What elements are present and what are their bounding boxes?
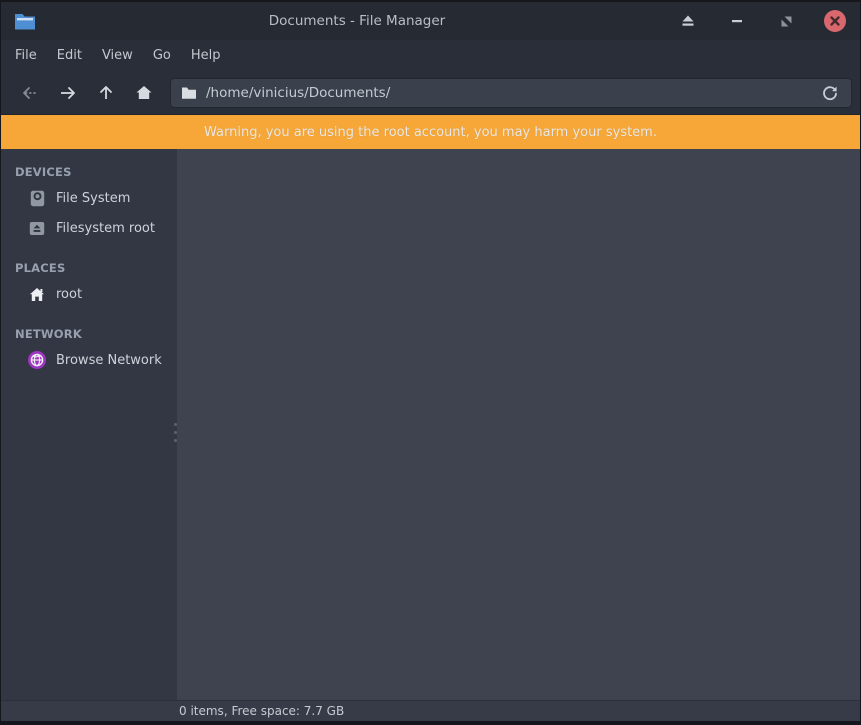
removable-drive-icon [28, 219, 46, 237]
statusbar-text: 0 items, Free space: 7.7 GB [179, 704, 344, 718]
sidebar-section-devices: DEVICES File System [1, 161, 177, 243]
path-bar[interactable]: /home/vinicius/Documents/ [170, 78, 852, 108]
file-view[interactable] [177, 149, 860, 700]
sidebar-item-browse-network[interactable]: Browse Network [1, 345, 177, 375]
back-icon [20, 85, 40, 101]
menubar: File Edit View Go Help [1, 40, 860, 71]
sidebar-section-network: NETWORK Browse Network [1, 323, 177, 375]
up-icon [97, 84, 115, 102]
sidebar-item-file-system[interactable]: File System [1, 183, 177, 213]
close-button[interactable] [824, 10, 846, 32]
minimize-button[interactable] [726, 10, 748, 32]
shade-button[interactable] [677, 10, 699, 32]
statusbar: 0 items, Free space: 7.7 GB [1, 700, 860, 721]
refresh-button[interactable] [817, 80, 843, 106]
path-text[interactable]: /home/vinicius/Documents/ [206, 85, 817, 101]
menu-edit[interactable]: Edit [47, 44, 92, 67]
section-header-places: PLACES [1, 257, 177, 279]
menu-file[interactable]: File [5, 44, 47, 67]
sidebar: DEVICES File System [1, 149, 177, 700]
folder-icon [181, 86, 197, 100]
forward-button[interactable] [49, 76, 87, 110]
app-folder-icon [13, 11, 37, 31]
sidebar-item-filesystem-root[interactable]: Filesystem root [1, 213, 177, 243]
home-icon [28, 285, 46, 303]
pane-resize-grip[interactable] [172, 421, 179, 444]
file-manager-window: Documents - File Manager [0, 0, 861, 725]
home-button[interactable] [125, 76, 163, 110]
harddisk-icon [28, 189, 46, 207]
window-title: Documents - File Manager [37, 13, 677, 29]
sidebar-item-label: Browse Network [56, 353, 162, 368]
titlebar: Documents - File Manager [1, 2, 860, 40]
back-button[interactable] [11, 76, 49, 110]
up-button[interactable] [87, 76, 125, 110]
menu-help[interactable]: Help [181, 44, 231, 67]
sidebar-item-label: root [56, 287, 82, 302]
menu-go[interactable]: Go [143, 44, 181, 67]
root-warning-banner: Warning, you are using the root account,… [1, 114, 860, 149]
menu-view[interactable]: View [92, 44, 143, 67]
sidebar-item-label: Filesystem root [56, 221, 155, 236]
sidebar-section-places: PLACES root [1, 257, 177, 309]
toolbar: /home/vinicius/Documents/ [1, 71, 860, 114]
root-warning-text: Warning, you are using the root account,… [204, 125, 657, 140]
network-globe-icon [28, 351, 46, 369]
window-controls [677, 10, 846, 32]
maximize-button[interactable] [775, 10, 797, 32]
refresh-icon [821, 84, 839, 102]
section-header-devices: DEVICES [1, 161, 177, 183]
section-header-network: NETWORK [1, 323, 177, 345]
content-area: DEVICES File System [1, 149, 860, 700]
sidebar-item-root[interactable]: root [1, 279, 177, 309]
sidebar-item-label: File System [56, 191, 130, 206]
home-toolbar-icon [135, 84, 153, 101]
forward-icon [58, 85, 78, 101]
